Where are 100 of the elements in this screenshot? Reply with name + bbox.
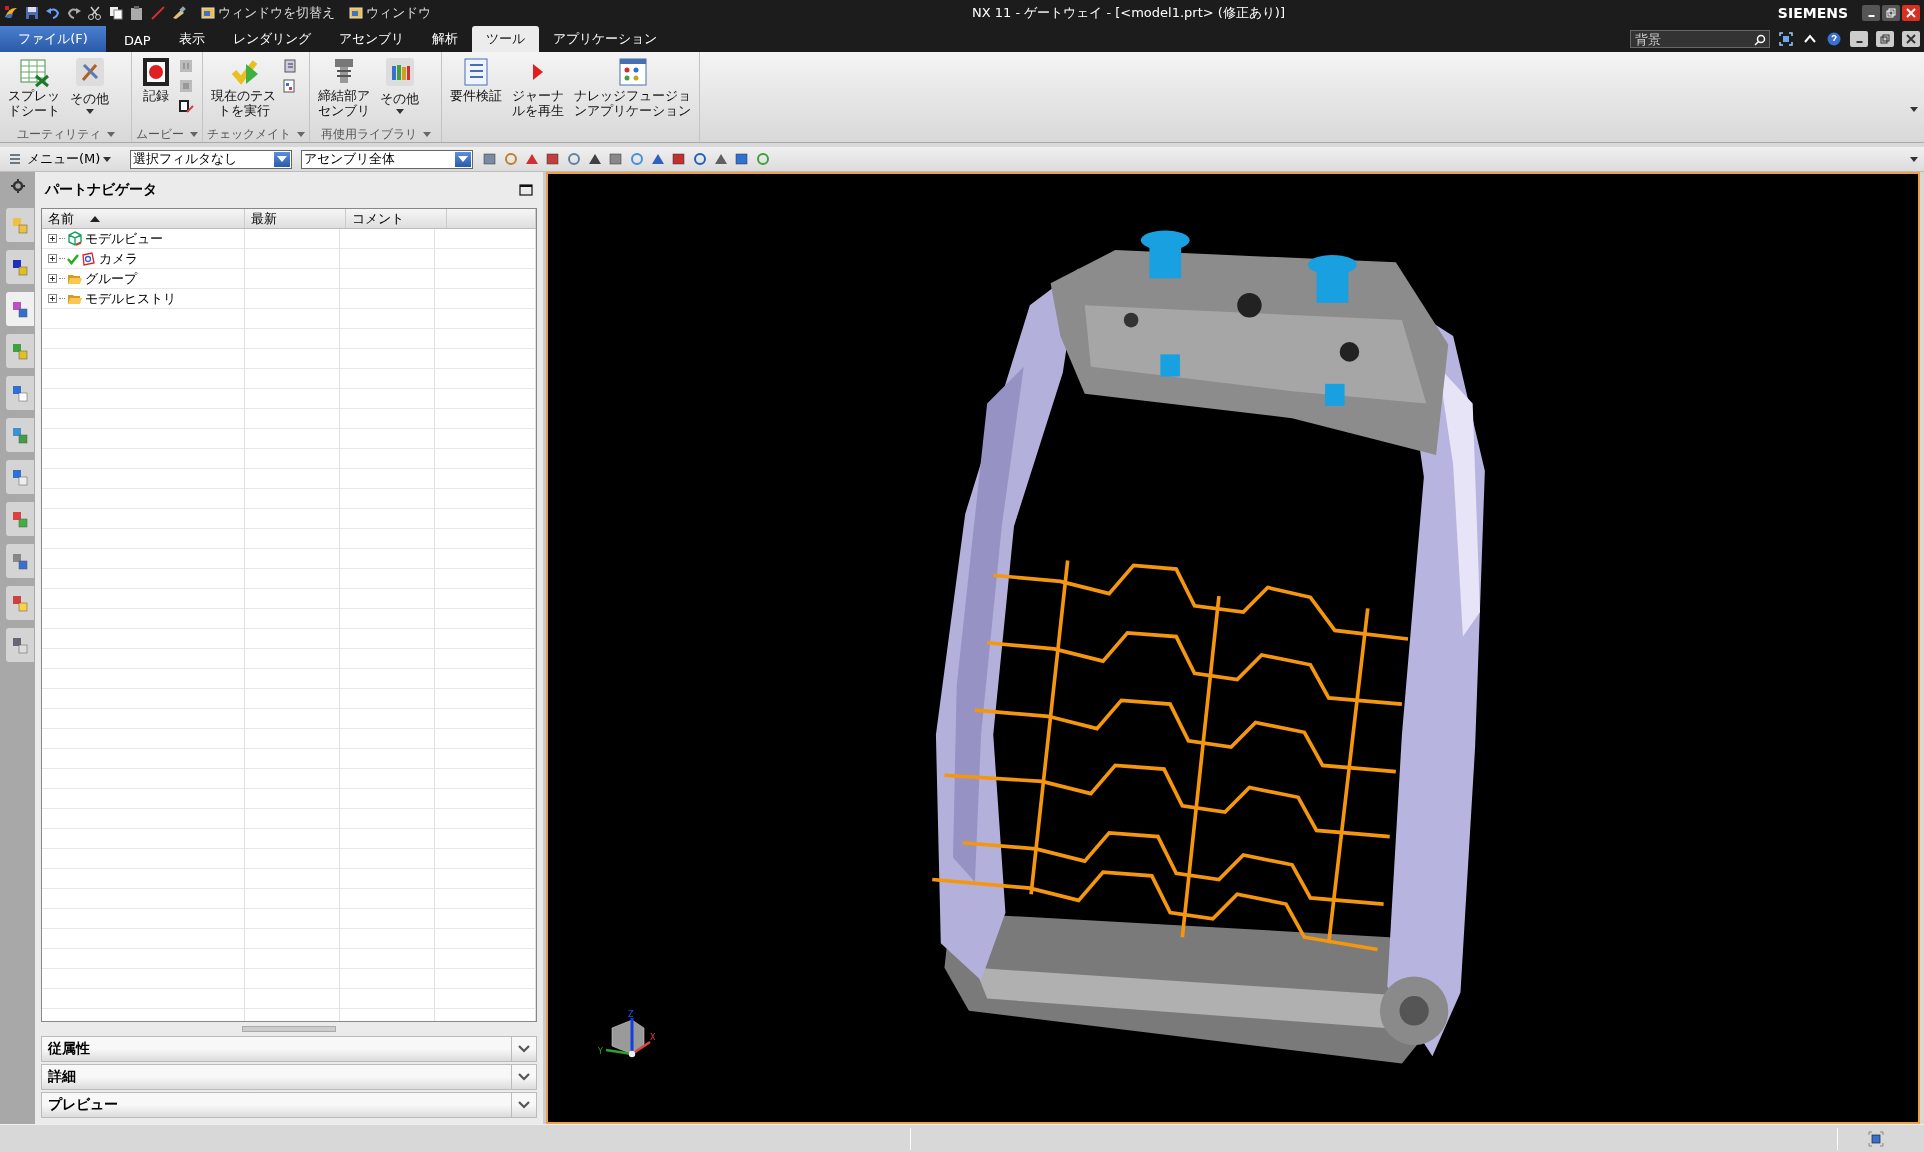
ribbon-button[interactable]: ジャーナルを再生 [508, 54, 568, 142]
expand-icon[interactable] [48, 254, 57, 263]
resource-tab[interactable] [5, 586, 34, 620]
resource-tab[interactable] [5, 544, 34, 578]
column-header[interactable]: コメント [346, 209, 447, 228]
toolbar-icon[interactable] [692, 151, 709, 167]
filter-dropdown[interactable]: 選択フィルタなし [130, 149, 293, 169]
copy-icon[interactable] [108, 4, 124, 21]
fullscreen-icon[interactable] [1778, 31, 1794, 47]
film-settings-icon[interactable] [178, 98, 194, 114]
clipboard-icon[interactable] [282, 58, 298, 74]
ribbon-button[interactable]: ナレッジフュージョンアプリケーション [570, 54, 695, 142]
panel-title: パートナビゲータ [45, 181, 157, 199]
ribbon-button[interactable]: 要件検証 [446, 54, 506, 142]
minimize-icon [1867, 14, 1875, 17]
resource-tab[interactable] [5, 250, 34, 284]
ribbon-tab[interactable]: DAP [110, 29, 165, 52]
ribbon-button[interactable]: スプレッドシート [4, 54, 64, 126]
toolbar-icon[interactable] [482, 151, 499, 167]
minimize-icon [1855, 41, 1863, 43]
window-title: NX 11 - ゲートウェイ - [<model1.prt> (修正あり)] [972, 4, 1285, 22]
column-header[interactable]: 最新 [245, 209, 346, 228]
tree-node[interactable]: モデルヒストリ [42, 289, 245, 308]
report-icon[interactable] [282, 78, 298, 94]
caret-icon[interactable] [297, 131, 305, 137]
save-icon[interactable] [24, 4, 40, 21]
caret-icon[interactable] [190, 131, 198, 137]
toolbar-icon[interactable] [671, 151, 688, 167]
tree-node[interactable]: カメラ [42, 249, 245, 268]
toolbar-icon[interactable] [734, 151, 751, 167]
window-command[interactable]: ウィンドウを切替え [200, 3, 335, 22]
toolbar-icon[interactable] [608, 151, 625, 167]
resource-tab[interactable] [5, 502, 34, 536]
ribbon-tab[interactable]: ツール [471, 26, 539, 52]
tree-node[interactable]: モデルビュー [42, 229, 245, 248]
caret-icon[interactable] [106, 131, 115, 137]
grid-icon [616, 56, 649, 88]
filter-dropdown[interactable]: アセンブリ全体 [301, 149, 474, 169]
splitter-handle[interactable] [242, 1026, 336, 1032]
resource-tab[interactable] [5, 628, 34, 662]
help-icon[interactable] [1826, 31, 1842, 47]
panel-header[interactable]: 従属性 [41, 1036, 537, 1062]
tools-icon [73, 56, 106, 88]
panel-header[interactable]: プレビュー [41, 1092, 537, 1118]
books-icon [383, 56, 416, 88]
restore-button[interactable] [1882, 4, 1900, 21]
toolbar-icon[interactable] [545, 151, 562, 167]
column-header[interactable]: 名前 [42, 209, 245, 228]
brush-icon[interactable] [171, 4, 187, 21]
ribbon-tab[interactable]: レンダリング [218, 26, 325, 52]
settings-icon[interactable] [9, 178, 26, 194]
caret-icon[interactable] [422, 131, 431, 137]
caret-icon [395, 109, 404, 114]
ribbon-tab[interactable]: ファイル(F) [0, 26, 106, 52]
app-logo-icon [3, 4, 19, 21]
restore-icon [1885, 6, 1897, 19]
ribbon-group-label: チェックメイト [207, 125, 291, 143]
resource-tab[interactable] [5, 418, 34, 452]
ribbon-button[interactable]: その他 [376, 54, 423, 126]
ribbon-options-icon[interactable] [1910, 107, 1918, 112]
expand-icon[interactable] [48, 294, 57, 303]
panel-header[interactable]: 詳細 [41, 1064, 537, 1090]
close-icon [1905, 6, 1917, 19]
line-icon[interactable] [150, 4, 166, 21]
ribbon-tab[interactable]: 表示 [164, 26, 219, 52]
pause-icon[interactable] [178, 58, 194, 74]
ribbon-button[interactable]: その他 [66, 54, 113, 126]
restore-icon [1879, 33, 1891, 45]
menu-button[interactable]: メニュー(M) [8, 150, 112, 168]
ribbon-button[interactable]: 現在のテストを実行 [207, 54, 280, 126]
ribbon-tab[interactable]: アセンブリ [324, 26, 418, 52]
caret-icon [277, 156, 288, 162]
camera-icon [81, 250, 97, 267]
resource-tab[interactable] [5, 292, 34, 326]
paste-icon[interactable] [129, 4, 145, 21]
close-button[interactable] [1902, 31, 1920, 47]
close-icon [1905, 33, 1917, 45]
search-field[interactable]: 背景 [1630, 30, 1770, 48]
resource-tab[interactable] [5, 460, 34, 494]
maximize-icon[interactable] [519, 184, 533, 196]
window-command[interactable]: ウィンドウ [348, 3, 431, 22]
window-icon [200, 4, 216, 21]
close-button[interactable] [1902, 4, 1920, 21]
tree-node[interactable]: グループ [42, 269, 245, 288]
resource-tab[interactable] [5, 376, 34, 410]
expand-icon[interactable] [48, 274, 57, 283]
caret-icon [85, 109, 94, 114]
ribbon-group-label: ユーティリティ [16, 125, 101, 143]
toolbar-options-icon[interactable] [1910, 156, 1918, 162]
scissors-icon[interactable] [87, 4, 103, 21]
minimize-button[interactable] [1850, 31, 1868, 47]
ribbon-tab[interactable]: 解析 [417, 26, 472, 52]
window-icon[interactable] [1868, 1130, 1884, 1147]
ribbon-button[interactable]: 締結部アセンブリ [314, 54, 374, 126]
ribbon-tab[interactable]: アプリケーション [538, 26, 671, 52]
ribbon-button[interactable]: 記録 [136, 54, 176, 126]
minimize-button[interactable] [1862, 4, 1880, 21]
expand-icon[interactable] [48, 234, 57, 243]
brand-logo: SIEMENS [1777, 4, 1848, 21]
cube-icon [67, 230, 83, 247]
